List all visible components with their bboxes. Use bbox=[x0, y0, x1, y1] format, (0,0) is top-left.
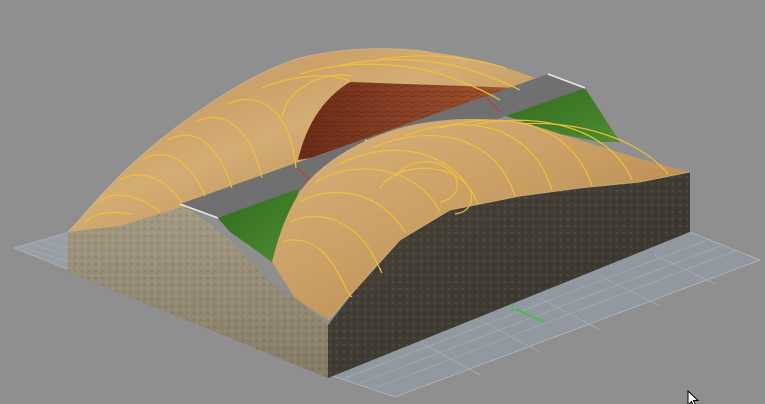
scene-canvas[interactable] bbox=[0, 0, 765, 404]
arrow-cursor-icon bbox=[687, 389, 700, 404]
3d-viewport[interactable] bbox=[0, 0, 765, 404]
